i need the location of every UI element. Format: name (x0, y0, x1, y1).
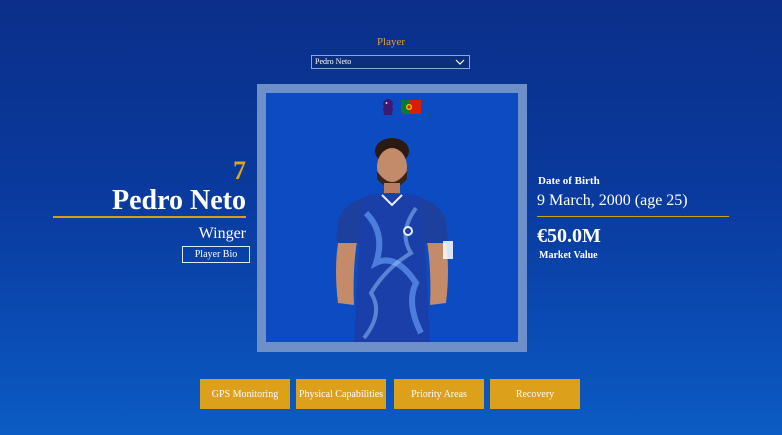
market-value: €50.0M (537, 225, 601, 247)
dob-divider (537, 216, 729, 217)
dob-label: Date of Birth (538, 175, 600, 187)
market-value-label: Market Value (539, 250, 598, 261)
player-filter-label: Player (376, 36, 406, 48)
name-divider (53, 216, 246, 218)
player-name: Pedro Neto (112, 185, 246, 216)
player-dropdown[interactable]: Pedro Neto (311, 55, 470, 69)
player-figure (336, 138, 453, 342)
chevron-down-icon (455, 59, 465, 65)
dob-value: 9 March, 2000 (age 25) (537, 192, 688, 209)
player-bio-button[interactable]: Player Bio (182, 246, 250, 263)
physical-capabilities-button[interactable]: Physical Capabilities (296, 379, 386, 409)
player-position: Winger (198, 225, 246, 242)
player-photo-frame (257, 84, 527, 352)
player-photo (266, 93, 518, 342)
priority-areas-button[interactable]: Priority Areas (394, 379, 484, 409)
player-dropdown-value: Pedro Neto (315, 57, 352, 66)
jersey-number: 7 (233, 156, 246, 185)
recovery-button[interactable]: Recovery (490, 379, 580, 409)
gps-monitoring-button[interactable]: GPS Monitoring (200, 379, 290, 409)
